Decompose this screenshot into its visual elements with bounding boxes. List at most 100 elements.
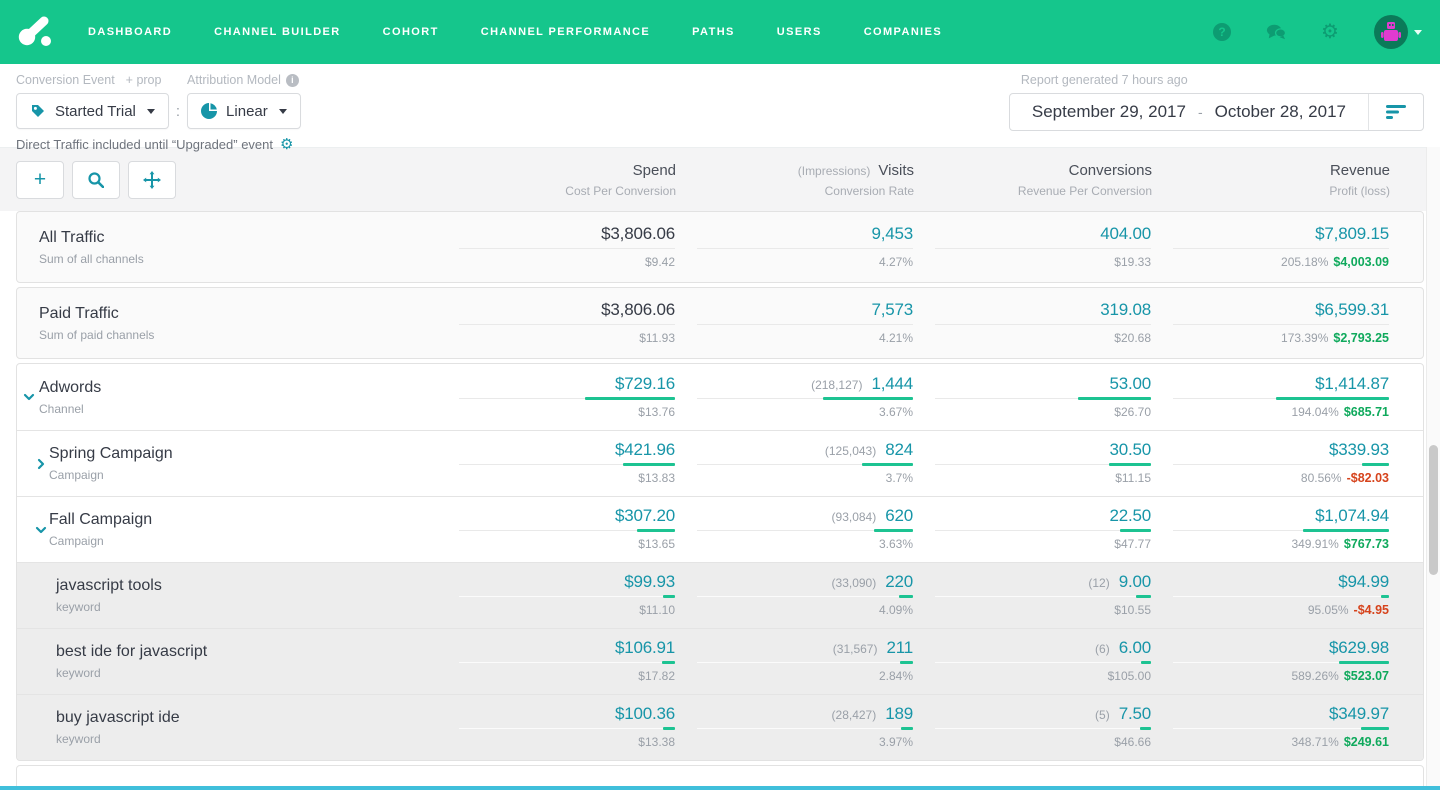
conversions-value[interactable]: 53.00 bbox=[1109, 374, 1151, 394]
table-row-best-ide-for-javascript[interactable]: best ide for javascriptkeyword$106.91$17… bbox=[17, 628, 1423, 694]
cell-conversions: 30.50 $11.15 bbox=[913, 440, 1151, 487]
spend-value[interactable]: $307.20 bbox=[615, 506, 675, 526]
conversions-value[interactable]: 404.00 bbox=[1100, 224, 1151, 244]
visits-value[interactable]: 620 bbox=[885, 506, 913, 526]
metric-bar bbox=[862, 463, 913, 466]
table-row-fall-campaign[interactable]: Fall CampaignCampaign$307.20$13.65(93,08… bbox=[17, 496, 1423, 562]
app-logo[interactable] bbox=[18, 16, 54, 48]
spend-value: $3,806.06 bbox=[601, 300, 675, 320]
row-title[interactable]: Spring Campaign bbox=[49, 445, 437, 463]
metric-bar bbox=[1120, 529, 1151, 532]
revenue-value[interactable]: $629.98 bbox=[1329, 638, 1389, 658]
row-title[interactable]: Paid Traffic bbox=[39, 305, 437, 323]
date-range-picker[interactable]: September 29, 2017 - October 28, 2017 bbox=[1009, 93, 1424, 131]
profit-percent: 173.39% bbox=[1281, 331, 1328, 345]
nav-item-companies[interactable]: COMPANIES bbox=[864, 26, 942, 38]
date-filter-button[interactable] bbox=[1368, 94, 1423, 130]
table-row-spring-campaign[interactable]: Spring CampaignCampaign$421.96$13.83(125… bbox=[17, 430, 1423, 496]
summary-card: All TrafficSum of all channels$3,806.06$… bbox=[16, 211, 1424, 283]
visits-value[interactable]: 189 bbox=[885, 704, 913, 724]
pie-chart-icon bbox=[201, 103, 217, 119]
row-title[interactable]: All Traffic bbox=[39, 229, 437, 247]
revenue-value[interactable]: $339.93 bbox=[1329, 440, 1389, 460]
revenue-value[interactable]: $1,414.87 bbox=[1315, 374, 1389, 394]
cell-visits: (31,567)2112.84% bbox=[675, 638, 913, 685]
column-headers: SpendCost Per Conversion(Impressions)Vis… bbox=[176, 162, 1440, 198]
table-row-javascript-tools[interactable]: javascript toolskeyword$99.93$11.10(33,0… bbox=[17, 562, 1423, 628]
conversions-value[interactable]: 6.00 bbox=[1119, 638, 1151, 658]
table-row-buy-javascript-ide[interactable]: buy javascript idekeyword$100.36$13.38(2… bbox=[17, 694, 1423, 760]
move-icon bbox=[143, 171, 161, 189]
conversions-prefix: (5) bbox=[1095, 708, 1110, 722]
metric-bar bbox=[1141, 661, 1151, 664]
add-prop-link[interactable]: + prop bbox=[126, 73, 162, 87]
conversions-value[interactable]: 22.50 bbox=[1109, 506, 1151, 526]
row-title[interactable]: Adwords bbox=[39, 379, 437, 397]
table-row-adwords[interactable]: AdwordsChannel$729.16$13.76(218,127)1,44… bbox=[17, 364, 1423, 430]
spend-value[interactable]: $421.96 bbox=[615, 440, 675, 460]
conversions-value[interactable]: 9.00 bbox=[1119, 572, 1151, 592]
nav-item-users[interactable]: USERS bbox=[777, 26, 822, 38]
profit-percent: 589.26% bbox=[1291, 669, 1338, 683]
metric-bar bbox=[662, 661, 675, 664]
visits-value[interactable]: 7,573 bbox=[871, 300, 913, 320]
attribution-model-dropdown[interactable]: Linear bbox=[187, 93, 301, 129]
revenue-value[interactable]: $6,599.31 bbox=[1315, 300, 1389, 320]
nav-item-channel-builder[interactable]: CHANNEL BUILDER bbox=[214, 26, 341, 38]
gear-icon[interactable]: ⚙ bbox=[1320, 22, 1340, 42]
visits-value[interactable]: 9,453 bbox=[871, 224, 913, 244]
nav-item-channel-performance[interactable]: CHANNEL PERFORMANCE bbox=[481, 26, 650, 38]
table-row-paid-traffic[interactable]: Paid TrafficSum of paid channels$3,806.0… bbox=[17, 288, 1423, 358]
settings-gear-icon[interactable]: ⚙ bbox=[280, 137, 293, 152]
revenue-value[interactable]: $7,809.15 bbox=[1315, 224, 1389, 244]
spend-value[interactable]: $106.91 bbox=[615, 638, 675, 658]
conversions-sub: $10.55 bbox=[1114, 603, 1151, 617]
metric-bar bbox=[1362, 463, 1389, 466]
visits-value[interactable]: 1,444 bbox=[871, 374, 913, 394]
revenue-value[interactable]: $94.99 bbox=[1338, 572, 1389, 592]
row-title[interactable]: best ide for javascript bbox=[56, 643, 437, 661]
help-icon[interactable]: ? bbox=[1212, 22, 1232, 42]
move-button[interactable] bbox=[128, 161, 176, 199]
cell-conversions: 53.00$26.70 bbox=[913, 374, 1151, 421]
visits-sub: 4.09% bbox=[879, 603, 913, 617]
cell-visits: 9,4534.27% bbox=[675, 224, 913, 271]
table-row-all-traffic[interactable]: All TrafficSum of all channels$3,806.06$… bbox=[17, 212, 1423, 282]
row-title[interactable]: Fall Campaign bbox=[49, 511, 437, 529]
spend-value[interactable]: $729.16 bbox=[615, 374, 675, 394]
info-icon[interactable]: i bbox=[286, 74, 299, 87]
column-header-revenue: RevenueProfit (loss) bbox=[1152, 162, 1390, 198]
revenue-value[interactable]: $349.97 bbox=[1329, 704, 1389, 724]
add-channel-button[interactable]: + bbox=[16, 161, 64, 199]
spend-sub: $13.65 bbox=[638, 537, 675, 551]
spend-value[interactable]: $99.93 bbox=[624, 572, 675, 592]
row-title[interactable]: javascript tools bbox=[56, 577, 437, 595]
date-start: September 29, 2017 bbox=[1032, 102, 1186, 122]
visits-value[interactable]: 211 bbox=[886, 638, 913, 658]
conversion-event-dropdown[interactable]: Started Trial bbox=[16, 93, 169, 129]
search-button[interactable] bbox=[72, 161, 120, 199]
account-menu[interactable] bbox=[1374, 15, 1422, 49]
nav-item-paths[interactable]: PATHS bbox=[692, 26, 735, 38]
conversions-value[interactable]: 7.50 bbox=[1119, 704, 1151, 724]
avatar bbox=[1374, 15, 1408, 49]
visits-value[interactable]: 824 bbox=[885, 440, 913, 460]
revenue-value[interactable]: $1,074.94 bbox=[1315, 506, 1389, 526]
metric-bar bbox=[637, 529, 675, 532]
conversions-value[interactable]: 319.08 bbox=[1100, 300, 1151, 320]
metric-bar bbox=[874, 529, 913, 532]
nav-menu: DASHBOARD CHANNEL BUILDER COHORT CHANNEL PE… bbox=[88, 26, 942, 38]
cell-spend: $99.93$11.10 bbox=[437, 572, 675, 619]
scrollbar-thumb[interactable] bbox=[1429, 445, 1438, 575]
visits-value[interactable]: 220 bbox=[885, 572, 913, 592]
spend-value[interactable]: $100.36 bbox=[615, 704, 675, 724]
nav-item-cohort[interactable]: COHORT bbox=[383, 26, 439, 38]
cell-spend: $307.20 $13.65 bbox=[437, 506, 675, 553]
conversions-sub: $11.15 bbox=[1115, 471, 1151, 485]
scrollbar-track[interactable] bbox=[1426, 147, 1440, 790]
chat-icon[interactable] bbox=[1266, 22, 1286, 42]
row-title[interactable]: buy javascript ide bbox=[56, 709, 437, 727]
cell-revenue: $6,599.31173.39%$2,793.25 bbox=[1151, 300, 1389, 347]
conversions-value[interactable]: 30.50 bbox=[1109, 440, 1151, 460]
nav-item-dashboard[interactable]: DASHBOARD bbox=[88, 26, 172, 38]
